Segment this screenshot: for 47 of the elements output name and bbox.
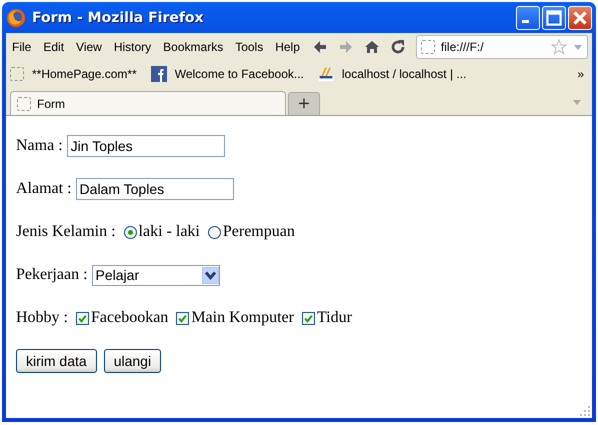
field-label: Hobby : [16,309,68,327]
star-icon[interactable] [551,38,567,54]
dropdown-field[interactable]: Pelajar [92,264,220,286]
form-button[interactable]: kirim data [16,349,97,373]
checkbox[interactable] [76,312,89,324]
option-label: Facebookan [91,309,168,327]
bookmark-item[interactable]: Welcome to Facebook... [150,66,304,82]
maximize-button[interactable] [542,6,566,30]
home-icon[interactable] [364,38,380,54]
option-label: laki - laki [138,223,200,241]
text-field[interactable]: Dalam Toples [76,178,234,200]
field-label: Nama : [16,137,63,155]
facebook-logo-icon [150,66,167,82]
reload-icon[interactable] [390,38,406,54]
bookmark-item[interactable]: **HomePage.com** [10,67,137,81]
menu-item[interactable]: Bookmarks [163,40,224,54]
text-field[interactable]: Jin Toples [66,135,225,157]
menu-item[interactable]: File [12,40,32,54]
option-label: Perempuan [222,223,295,241]
radio-button[interactable] [208,226,221,238]
sail-logo-icon [318,66,334,82]
field-label: Jenis Kelamin : [16,223,116,241]
menu-item[interactable]: Tools [235,40,264,54]
field-label: Alamat : [16,180,72,198]
menu-item[interactable]: History [114,40,152,54]
minimize-button[interactable] [516,6,540,30]
address-field[interactable]: file:///F:/ [416,34,588,58]
browser-tab[interactable]: Form [10,91,286,115]
back-icon[interactable] [312,38,328,54]
field-label: Pekerjaan : [16,266,88,284]
menu-item[interactable]: Help [275,40,300,54]
resize-grip-icon[interactable] [580,406,590,416]
more-bookmarks-button[interactable]: » [577,67,584,81]
close-button[interactable] [568,6,592,30]
option-label: Main Komputer [191,309,294,327]
window-title: Form - Mozilla Firefox [32,10,204,26]
checkbox[interactable] [302,312,315,324]
firefox-logo-icon [6,8,26,28]
menu-item[interactable]: Edit [43,40,64,54]
radio-button[interactable] [124,226,137,238]
form-button[interactable]: ulangi [104,349,162,373]
new-tab-button[interactable]: + [288,92,320,115]
option-label: Tidur [316,309,352,327]
minimize-icon [522,20,529,22]
menu-item[interactable]: View [76,40,102,54]
checkbox[interactable] [176,312,190,324]
bookmark-item[interactable]: localhost / localhost | ... [318,66,466,82]
